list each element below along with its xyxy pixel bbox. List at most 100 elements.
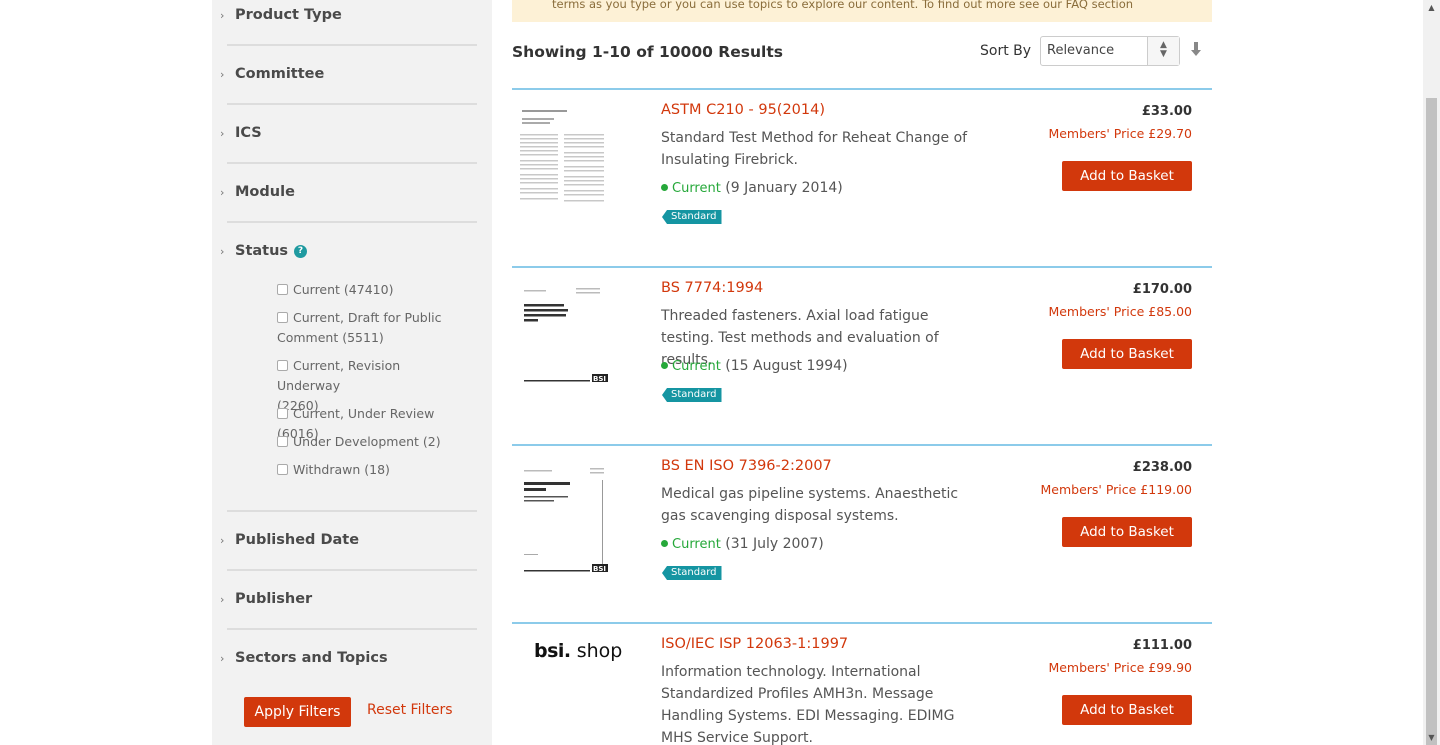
divider <box>227 628 477 630</box>
checkbox[interactable] <box>277 360 288 371</box>
result-description: Information technology. International St… <box>661 664 955 745</box>
apply-filters-button[interactable]: Apply Filters <box>244 697 351 727</box>
sort-select[interactable]: Relevance ▲ ▼ <box>1040 36 1180 66</box>
status-dot-icon <box>661 184 668 191</box>
result-title-link[interactable]: BS 7774:1994 <box>661 280 763 296</box>
sort-direction-icon[interactable] <box>1190 42 1202 60</box>
option-label: Comment (5511) <box>277 330 384 345</box>
facet-sectors-topics[interactable]: › Sectors and Topics <box>220 648 388 668</box>
info-banner: terms as you type or you can use topics … <box>512 0 1212 22</box>
option-label: Current, Revision Underway <box>277 358 401 393</box>
facet-label: Sectors and Topics <box>235 650 388 666</box>
result-item: BSI BS 7774:1994 Threaded fasteners. Axi… <box>512 266 1212 444</box>
result-item: ASTM C210 - 95(2014) Standard Test Metho… <box>512 88 1212 266</box>
status-option-draft[interactable]: Current, Draft for Public Comment (5511) <box>277 308 467 348</box>
facet-label: Product Type <box>235 7 342 23</box>
facet-label: ICS <box>235 125 262 141</box>
result-item: BSI BS EN ISO 7396-2:2007 Medical gas pi… <box>512 444 1212 622</box>
add-to-basket-button[interactable]: Add to Basket <box>1062 695 1192 725</box>
checkbox[interactable] <box>277 284 288 295</box>
filter-sidebar: › Product Type › Committee › ICS › Modul… <box>212 0 492 745</box>
document-thumbnail[interactable]: BSI <box>516 282 610 394</box>
status-date: (15 August 1994) <box>725 358 848 374</box>
facet-label: Status <box>235 243 289 259</box>
chevron-right-icon: › <box>220 8 225 22</box>
scrollbar[interactable]: ▲ ▼ <box>1423 0 1440 745</box>
sort-label: Sort By <box>980 43 1032 59</box>
status-option-withdrawn[interactable]: Withdrawn (18) <box>277 460 467 480</box>
results-summary: Showing 1-10 of 10000 Results <box>512 43 783 61</box>
status-label: Current <box>672 181 721 196</box>
result-description: Medical gas pipeline systems. Anaestheti… <box>661 486 959 524</box>
logo-shop: shop <box>576 640 623 662</box>
facet-status[interactable]: › Status ? <box>220 241 308 261</box>
status-label: Current <box>672 537 721 552</box>
facet-label: Module <box>235 184 295 200</box>
logo-brand: bsi. <box>534 640 571 662</box>
result-title-link[interactable]: ASTM C210 - 95(2014) <box>661 102 825 118</box>
help-icon[interactable]: ? <box>294 244 308 258</box>
facet-label: Committee <box>235 66 325 82</box>
result-item: bsi. shop ISO/IEC ISP 12063-1:1997 Infor… <box>512 622 1212 745</box>
price: £111.00 <box>1132 638 1192 653</box>
chevron-right-icon: › <box>220 244 225 258</box>
status-label: Current <box>672 359 721 374</box>
add-to-basket-button[interactable]: Add to Basket <box>1062 161 1192 191</box>
divider <box>227 103 477 105</box>
add-to-basket-button[interactable]: Add to Basket <box>1062 339 1192 369</box>
chevron-right-icon: › <box>220 651 225 665</box>
svg-text:BSI: BSI <box>593 565 606 572</box>
divider <box>227 44 477 46</box>
facet-ics[interactable]: › ICS <box>220 123 262 143</box>
checkbox[interactable] <box>277 464 288 475</box>
facet-committee[interactable]: › Committee <box>220 64 324 84</box>
svg-text:BSI: BSI <box>593 375 606 383</box>
result-title-link[interactable]: ISO/IEC ISP 12063-1:1997 <box>661 636 848 652</box>
price: £170.00 <box>1132 282 1192 297</box>
facet-module[interactable]: › Module <box>220 182 295 202</box>
reset-filters-link[interactable]: Reset Filters <box>367 702 453 718</box>
facet-product-type[interactable]: › Product Type <box>220 5 342 25</box>
scroll-up-icon[interactable]: ▲ <box>1427 3 1436 12</box>
status-dot-icon <box>661 362 668 369</box>
checkbox[interactable] <box>277 436 288 447</box>
divider <box>227 221 477 223</box>
result-status: Current (9 January 2014) <box>661 180 843 196</box>
chevron-right-icon: › <box>220 592 225 606</box>
price: £238.00 <box>1132 460 1192 475</box>
checkbox[interactable] <box>277 312 288 323</box>
divider <box>227 162 477 164</box>
select-arrows-icon: ▲ ▼ <box>1147 37 1179 65</box>
scroll-down-icon[interactable]: ▼ <box>1427 733 1436 742</box>
sort-value: Relevance <box>1047 43 1115 58</box>
add-to-basket-button[interactable]: Add to Basket <box>1062 517 1192 547</box>
status-date: (9 January 2014) <box>725 180 843 196</box>
chevron-right-icon: › <box>220 67 225 81</box>
banner-text: terms as you type or you can use topics … <box>552 0 1134 11</box>
member-price: Members' Price £85.00 <box>1048 304 1192 319</box>
facet-published-date[interactable]: › Published Date <box>220 530 359 550</box>
bsi-shop-logo[interactable]: bsi. shop <box>534 640 622 662</box>
document-thumbnail[interactable]: BSI <box>516 460 610 573</box>
member-price: Members' Price £119.00 <box>1040 482 1193 497</box>
status-option-development[interactable]: Under Development (2) <box>277 432 467 452</box>
checkbox[interactable] <box>277 408 288 419</box>
result-title-link[interactable]: BS EN ISO 7396-2:2007 <box>661 458 832 474</box>
chevron-right-icon: › <box>220 185 225 199</box>
option-label: Withdrawn (18) <box>293 462 390 477</box>
status-option-current[interactable]: Current (47410) <box>277 280 467 300</box>
status-date: (31 July 2007) <box>725 536 824 552</box>
member-price: Members' Price £99.90 <box>1048 660 1192 675</box>
chevron-right-icon: › <box>220 126 225 140</box>
result-description: Standard Test Method for Reheat Change o… <box>661 130 968 168</box>
document-thumbnail[interactable] <box>516 104 610 216</box>
standard-badge: Standard <box>662 210 722 224</box>
facet-publisher[interactable]: › Publisher <box>220 589 312 609</box>
price: £33.00 <box>1141 104 1192 119</box>
option-label: Current, Draft for Public <box>293 310 442 325</box>
standard-badge: Standard <box>662 566 722 580</box>
status-dot-icon <box>661 540 668 547</box>
divider <box>227 569 477 571</box>
scrollbar-thumb[interactable] <box>1426 98 1437 745</box>
facet-label: Publisher <box>235 591 313 607</box>
